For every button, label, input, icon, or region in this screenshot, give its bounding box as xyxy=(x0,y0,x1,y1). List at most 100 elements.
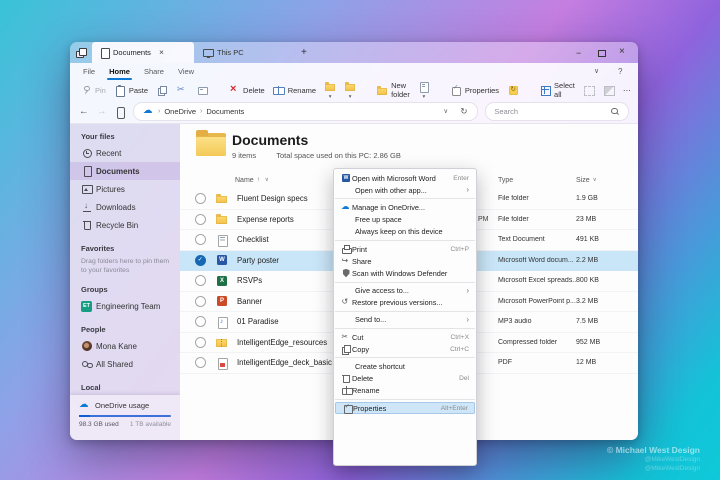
help-icon[interactable] xyxy=(617,68,625,76)
column-size[interactable]: Size xyxy=(576,177,626,184)
select-none-button[interactable] xyxy=(583,84,595,96)
folder-header: Documents 9 items Total space used on th… xyxy=(180,124,638,172)
new-item-button[interactable]: ▾ xyxy=(418,81,430,99)
menu-item-restore-previous-versions[interactable]: Restore previous versions... xyxy=(334,297,476,309)
minimize-button[interactable] xyxy=(576,48,584,57)
sidebar-item-recycle-bin[interactable]: Recycle Bin xyxy=(70,216,180,234)
row-checkbox[interactable] xyxy=(195,316,206,327)
clock-icon xyxy=(81,148,93,159)
properties-checkbox-icon xyxy=(450,84,462,96)
copy-to-button[interactable]: ▾ xyxy=(344,81,356,99)
row-checkbox[interactable] xyxy=(195,357,206,368)
sidebar-item-recent[interactable]: Recent xyxy=(70,144,180,162)
row-checkbox[interactable] xyxy=(195,296,206,307)
sidebar-item-downloads[interactable]: Downloads xyxy=(70,198,180,216)
sidebar-item-label: Documents xyxy=(96,167,140,176)
address-dropdown-icon[interactable] xyxy=(443,108,450,116)
history-button[interactable] xyxy=(507,84,519,96)
menu-file[interactable]: File xyxy=(83,67,95,76)
onedrive-usage-panel[interactable]: OneDrive usage 98.3 GB used 1 TB availab… xyxy=(70,395,180,440)
watermark-handle: @MikeWestDesign xyxy=(607,455,700,464)
row-checkbox[interactable] xyxy=(195,255,206,266)
shortcut-icon xyxy=(196,84,208,96)
menu-item-always-keep-on-this-device[interactable]: Always keep on this device xyxy=(334,226,476,238)
sidebar-item-mona-kane[interactable]: Mona Kane xyxy=(70,337,180,355)
menu-item-open-with-other-app[interactable]: Open with other app...› xyxy=(334,184,476,196)
properties-label: Properties xyxy=(465,86,499,95)
menu-item-send-to[interactable]: Send to...› xyxy=(334,314,476,326)
file-size: 7.5 MB xyxy=(576,318,626,325)
paste-shortcut-button[interactable] xyxy=(196,84,208,96)
column-type[interactable]: Type xyxy=(498,177,576,184)
close-tab-icon[interactable] xyxy=(159,48,167,57)
menu-item-print[interactable]: PrintCtrl+P xyxy=(334,243,476,255)
menu-item-free-up-space[interactable]: Free up space xyxy=(334,214,476,226)
menu-item-scan-with-windows-defender[interactable]: Scan with Windows Defender xyxy=(334,267,476,279)
onedrive-cloud-icon xyxy=(143,107,154,116)
sidebar-section-header: People xyxy=(70,325,180,337)
breadcrumb-onedrive[interactable]: OneDrive xyxy=(164,107,196,116)
select-all-button[interactable]: Select all xyxy=(539,81,575,99)
menu-item-manage-in-onedrive[interactable]: Manage in OneDrive... xyxy=(334,201,476,213)
refresh-icon[interactable] xyxy=(460,107,468,116)
rename-label: Rename xyxy=(288,86,316,95)
rename-button[interactable]: Rename xyxy=(273,84,316,96)
maximize-button[interactable] xyxy=(598,49,605,56)
delete-button[interactable]: Delete xyxy=(228,84,265,96)
move-to-button[interactable]: ▾ xyxy=(324,81,336,99)
menu-item-delete[interactable]: DeleteDel xyxy=(334,373,476,385)
back-button[interactable] xyxy=(79,106,90,117)
menu-share[interactable]: Share xyxy=(144,67,164,76)
menu-separator xyxy=(335,311,475,312)
breadcrumb-documents[interactable]: Documents xyxy=(206,107,244,116)
more-options-button[interactable]: ⋯ xyxy=(623,86,632,95)
word-icon xyxy=(341,173,352,184)
search-box[interactable] xyxy=(485,102,629,121)
row-checkbox[interactable] xyxy=(195,234,206,245)
close-button[interactable] xyxy=(619,48,627,57)
row-checkbox[interactable] xyxy=(195,193,206,204)
sidebar-item-pictures[interactable]: Pictures xyxy=(70,180,180,198)
copy-button[interactable] xyxy=(156,84,168,96)
file-type: File folder xyxy=(498,216,576,223)
menu-item-share[interactable]: Share xyxy=(334,255,476,267)
cut-button[interactable] xyxy=(176,84,188,96)
breadcrumb[interactable]: › OneDrive › Documents xyxy=(133,102,478,121)
invert-selection-button[interactable] xyxy=(603,84,615,96)
collapse-ribbon-icon[interactable] xyxy=(594,68,602,76)
menu-item-label: Properties xyxy=(353,404,441,413)
breadcrumb-separator-icon: › xyxy=(158,108,160,115)
page-title: Documents xyxy=(232,132,638,148)
forward-button[interactable] xyxy=(97,106,108,117)
paste-button[interactable]: Paste xyxy=(114,84,148,96)
menu-item-properties[interactable]: PropertiesAlt+Enter xyxy=(335,402,475,414)
tab-this-pc[interactable]: This PC xyxy=(194,42,266,63)
row-checkbox[interactable] xyxy=(195,214,206,225)
sidebar-item-all-shared[interactable]: All Shared xyxy=(70,355,180,373)
pin-button[interactable]: Pin xyxy=(80,84,106,96)
up-button[interactable] xyxy=(115,106,126,117)
menu-item-copy[interactable]: CopyCtrl+C xyxy=(334,343,476,355)
sidebar-item-label: Recycle Bin xyxy=(96,221,138,230)
menu-item-give-access-to[interactable]: Give access to...› xyxy=(334,285,476,297)
menu-item-cut[interactable]: CutCtrl+X xyxy=(334,331,476,343)
column-name-label: Name xyxy=(235,177,254,184)
people-icon xyxy=(81,359,93,370)
new-folder-button[interactable]: New folder xyxy=(376,81,410,99)
menu-item-open-with-microsoft-word[interactable]: Open with Microsoft WordEnter xyxy=(334,172,476,184)
menu-view[interactable]: View xyxy=(178,67,194,76)
tab-overview-button[interactable] xyxy=(70,42,92,63)
items-count: 9 items xyxy=(232,151,256,160)
sidebar-item-documents[interactable]: Documents xyxy=(70,162,180,180)
trash-icon xyxy=(341,373,352,384)
menu-item-rename[interactable]: Rename xyxy=(334,385,476,397)
search-input[interactable] xyxy=(494,107,606,116)
tab-documents[interactable]: Documents xyxy=(92,42,194,63)
sidebar-item-engineering-team[interactable]: ETEngineering Team xyxy=(70,297,180,315)
menu-item-create-shortcut[interactable]: Create shortcut xyxy=(334,360,476,372)
properties-button[interactable]: Properties xyxy=(450,84,499,96)
menu-home[interactable]: Home xyxy=(109,67,130,76)
new-tab-button[interactable] xyxy=(300,48,310,58)
row-checkbox[interactable] xyxy=(195,337,206,348)
row-checkbox[interactable] xyxy=(195,275,206,286)
